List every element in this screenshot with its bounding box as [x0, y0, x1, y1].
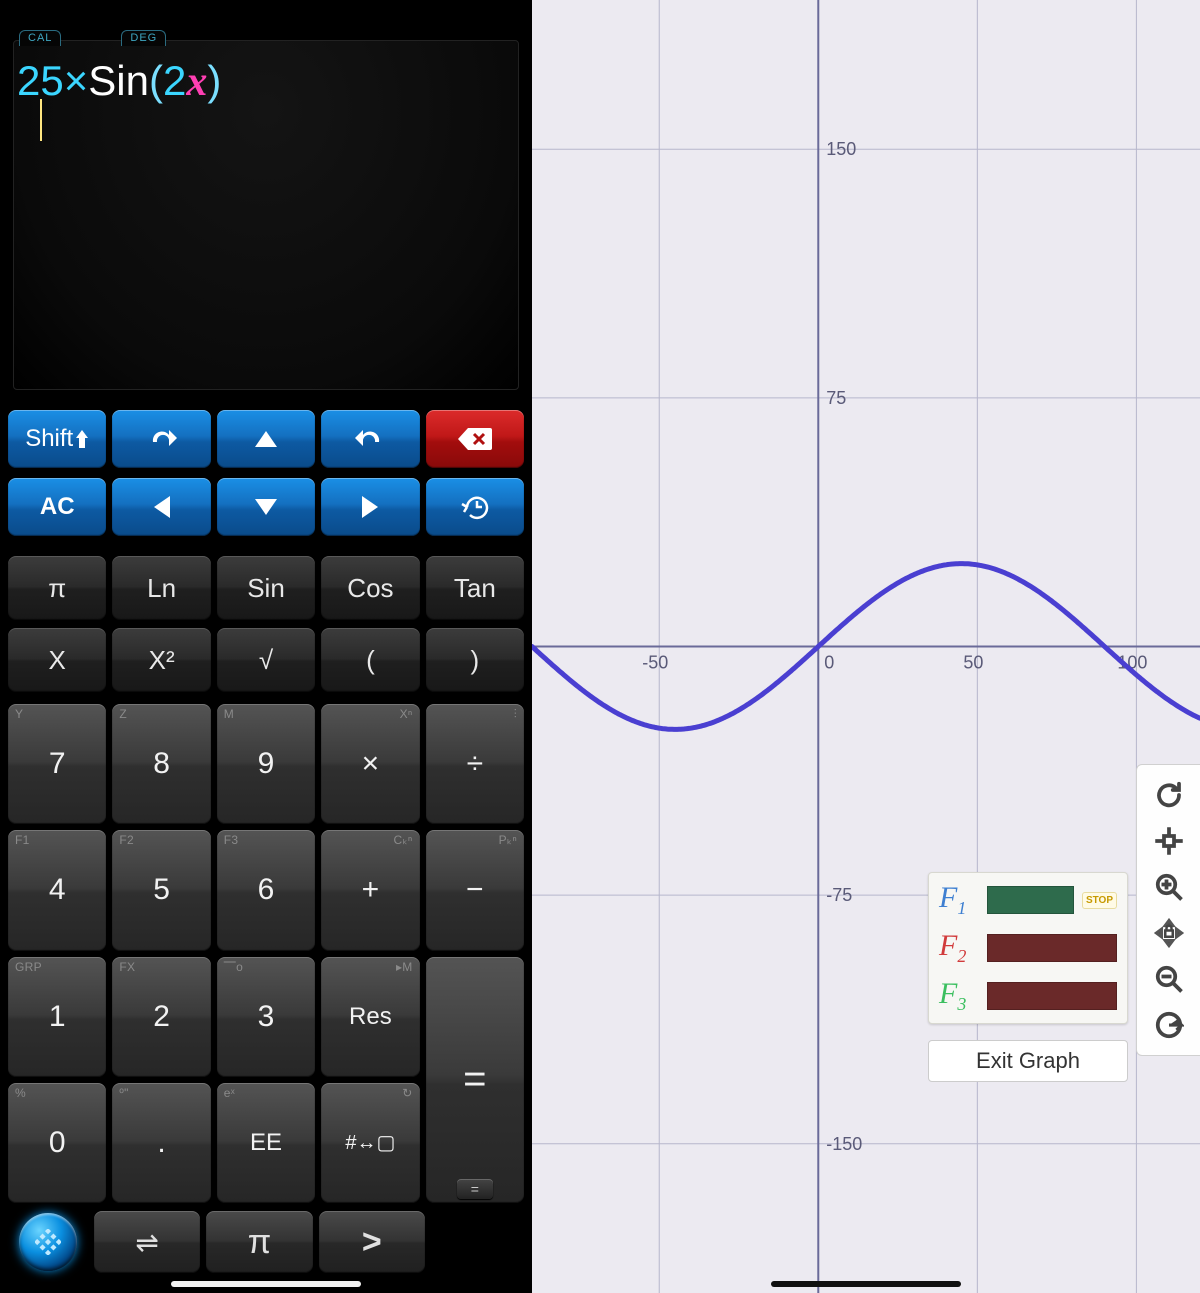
zoom-in-tool[interactable]: [1147, 867, 1191, 907]
triangle-right-icon: [362, 496, 378, 518]
open-paren-button[interactable]: (: [321, 628, 419, 692]
svg-text:75: 75: [826, 388, 846, 408]
pi-insert-button[interactable]: π: [206, 1211, 312, 1273]
zoom-in-icon: [1154, 872, 1184, 902]
zoom-out-tool[interactable]: [1147, 959, 1191, 999]
plus-button[interactable]: Cₖⁿ+: [321, 830, 419, 950]
undo-button[interactable]: [321, 410, 419, 468]
expression-text: 25×Sin(2x): [17, 57, 221, 106]
undo-icon: [355, 428, 385, 450]
digit-1-button[interactable]: GRP1: [8, 957, 106, 1077]
shift-button[interactable]: Shift: [8, 410, 106, 468]
nav-down-button[interactable]: [217, 478, 315, 536]
digit-9-button[interactable]: M9: [217, 704, 315, 824]
center-tool[interactable]: [1147, 821, 1191, 861]
refresh-icon: [1154, 780, 1184, 810]
redo-button[interactable]: [112, 410, 210, 468]
history-button[interactable]: [426, 478, 524, 536]
x-squared-button[interactable]: X²: [112, 628, 210, 692]
sqrt-button[interactable]: √: [217, 628, 315, 692]
expression-display[interactable]: CAL DEG 25×Sin(2x): [13, 40, 519, 390]
ee-button[interactable]: eˣEE: [217, 1083, 315, 1203]
share-icon: [1154, 1010, 1184, 1040]
svg-text:-50: -50: [642, 653, 668, 673]
swap-button[interactable]: ⇌: [94, 1211, 200, 1273]
triangle-left-icon: [154, 496, 170, 518]
history-icon: [461, 494, 489, 520]
next-button[interactable]: >: [319, 1211, 425, 1273]
tan-button[interactable]: Tan: [426, 556, 524, 620]
nav-up-button[interactable]: [217, 410, 315, 468]
x-var-button[interactable]: X: [8, 628, 106, 692]
calculator-pane: CAL DEG 25×Sin(2x) Shift: [0, 0, 532, 1293]
format-toggle-button[interactable]: ↻#↔▢: [321, 1083, 419, 1203]
digit-4-button[interactable]: F14: [8, 830, 106, 950]
mode-deg[interactable]: DEG: [121, 30, 166, 46]
nav-right-button[interactable]: [321, 478, 419, 536]
legend-f1[interactable]: F1 STOP: [939, 881, 1117, 919]
svg-text:50: 50: [963, 653, 983, 673]
svg-text:-75: -75: [826, 885, 852, 905]
triangle-up-icon: [255, 431, 277, 447]
svg-text:0: 0: [824, 653, 834, 673]
shift-label: Shift: [25, 425, 73, 453]
nav-left-button[interactable]: [112, 478, 210, 536]
pi-button[interactable]: π: [8, 556, 106, 620]
stop-chip[interactable]: STOP: [1082, 892, 1117, 909]
equals-mini-button[interactable]: =: [457, 1179, 493, 1199]
share-tool[interactable]: [1147, 1005, 1191, 1045]
exit-graph-button[interactable]: Exit Graph: [928, 1040, 1128, 1082]
digit-6-button[interactable]: F36: [217, 830, 315, 950]
crosshair-icon: [1154, 826, 1184, 856]
keypad: Shift AC: [0, 406, 532, 1293]
graph-legend: F1 STOP F2 F3: [928, 872, 1128, 1024]
mode-cal[interactable]: CAL: [19, 30, 61, 46]
pan-lock-tool[interactable]: [1147, 913, 1191, 953]
graph-canvas[interactable]: -50050100-150-7575150: [532, 0, 1200, 1293]
home-indicator[interactable]: [171, 1281, 361, 1287]
backspace-button[interactable]: [426, 410, 524, 468]
zoom-out-icon: [1154, 964, 1184, 994]
digit-5-button[interactable]: F25: [112, 830, 210, 950]
triangle-down-icon: [255, 499, 277, 515]
graph-tools: [1136, 764, 1200, 1056]
equals-button[interactable]: = =: [426, 957, 524, 1204]
close-paren-button[interactable]: ): [426, 628, 524, 692]
legend-f3[interactable]: F3: [939, 977, 1117, 1015]
menu-orb-button[interactable]: [8, 1211, 88, 1273]
ln-button[interactable]: Ln: [112, 556, 210, 620]
minus-button[interactable]: Pₖⁿ−: [426, 830, 524, 950]
legend-f2[interactable]: F2: [939, 929, 1117, 967]
svg-text:150: 150: [826, 139, 856, 159]
backspace-icon: [458, 428, 492, 450]
graph-pane: -50050100-150-7575150 F1 STOP F2 F3: [532, 0, 1200, 1293]
redo-icon: [147, 428, 177, 450]
divide-button[interactable]: ⫶÷: [426, 704, 524, 824]
digit-7-button[interactable]: Y7: [8, 704, 106, 824]
digit-3-button[interactable]: ⎺o3: [217, 957, 315, 1077]
home-indicator[interactable]: [771, 1281, 961, 1287]
diamond-grid-icon: [35, 1229, 61, 1255]
cos-button[interactable]: Cos: [321, 556, 419, 620]
digit-8-button[interactable]: Z8: [112, 704, 210, 824]
refresh-tool[interactable]: [1147, 775, 1191, 815]
result-button[interactable]: ▸MRes: [321, 957, 419, 1077]
digit-2-button[interactable]: FX2: [112, 957, 210, 1077]
pan-lock-icon: [1154, 918, 1184, 948]
sin-button[interactable]: Sin: [217, 556, 315, 620]
all-clear-button[interactable]: AC: [8, 478, 106, 536]
digit-0-button[interactable]: %0: [8, 1083, 106, 1203]
up-arrow-icon: [75, 430, 89, 448]
svg-text:-150: -150: [826, 1134, 862, 1154]
decimal-button[interactable]: º".: [112, 1083, 210, 1203]
multiply-button[interactable]: Xⁿ×: [321, 704, 419, 824]
